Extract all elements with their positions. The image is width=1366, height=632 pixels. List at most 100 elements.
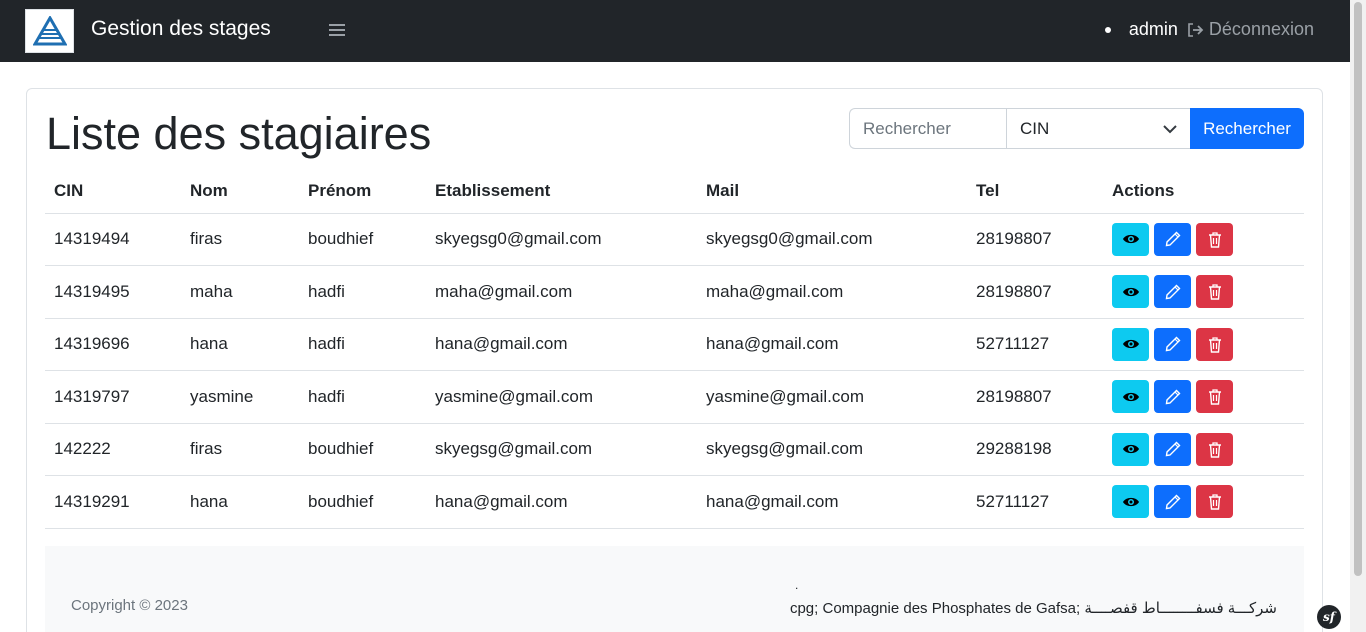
etablissement-cell: hana@gmail.com: [426, 475, 697, 529]
view-button[interactable]: [1112, 380, 1149, 414]
table-header-row: CIN Nom Prénom Etablissement Mail Tel Ac…: [45, 170, 1304, 214]
chevron-down-icon: [1163, 124, 1177, 133]
pencil-icon: [1165, 389, 1181, 405]
actions-cell: [1103, 370, 1304, 424]
search-field-value: CIN: [1020, 118, 1050, 138]
actions-cell: [1103, 475, 1304, 529]
eye-icon: [1122, 338, 1140, 350]
mail-cell: maha@gmail.com: [697, 265, 967, 319]
view-button[interactable]: [1112, 327, 1149, 361]
row-actions: [1112, 222, 1304, 256]
view-button[interactable]: [1112, 432, 1149, 466]
prenom-cell: hadfi: [299, 370, 426, 424]
column-header-actions: Actions: [1103, 170, 1304, 214]
delete-button[interactable]: [1196, 432, 1233, 466]
actions-cell: [1103, 213, 1304, 266]
eye-icon: [1122, 286, 1140, 298]
row-actions: [1112, 432, 1304, 466]
trash-icon: [1207, 388, 1223, 405]
column-header-mail: Mail: [697, 170, 967, 214]
etablissement-cell: maha@gmail.com: [426, 265, 697, 319]
column-header-prenom: Prénom: [299, 170, 426, 214]
cin-cell: 14319494: [45, 213, 181, 266]
edit-button[interactable]: [1154, 380, 1191, 414]
pencil-icon: [1165, 336, 1181, 352]
view-button[interactable]: [1112, 222, 1149, 256]
actions-cell: [1103, 423, 1304, 476]
edit-button[interactable]: [1154, 275, 1191, 309]
tel-cell: 52711127: [967, 475, 1103, 529]
company-logo[interactable]: [25, 9, 74, 53]
delete-button[interactable]: [1196, 275, 1233, 309]
etablissement-cell: yasmine@gmail.com: [426, 370, 697, 424]
cin-cell: 14319291: [45, 475, 181, 529]
edit-button[interactable]: [1154, 432, 1191, 466]
cin-cell: 14319797: [45, 370, 181, 424]
view-button[interactable]: [1112, 275, 1149, 309]
prenom-cell: hadfi: [299, 318, 426, 371]
view-button[interactable]: [1112, 485, 1149, 519]
trash-icon: [1207, 441, 1223, 458]
table-row: 14319495 maha hadfi maha@gmail.com maha@gmai…: [45, 265, 1304, 319]
edit-button[interactable]: [1154, 222, 1191, 256]
nom-cell: firas: [181, 213, 299, 266]
prenom-cell: boudhief: [299, 213, 426, 266]
page-scrollbar[interactable]: [1350, 0, 1366, 632]
tel-cell: 28198807: [967, 370, 1103, 424]
tel-cell: 29288198: [967, 423, 1103, 476]
eye-icon: [1122, 233, 1140, 245]
logout-link[interactable]: Déconnexion: [1187, 19, 1314, 40]
trash-icon: [1207, 283, 1223, 300]
eye-icon: [1122, 496, 1140, 508]
search-input[interactable]: [849, 108, 1007, 149]
mail-cell: hana@gmail.com: [697, 318, 967, 371]
nom-cell: firas: [181, 423, 299, 476]
trash-icon: [1207, 231, 1223, 248]
stagiaires-table: CIN Nom Prénom Etablissement Mail Tel Ac…: [45, 170, 1304, 529]
table-row: 14319291 hana boudhief hana@gmail.com hana@g…: [45, 475, 1304, 529]
pencil-icon: [1165, 231, 1181, 247]
table-row: 14319696 hana hadfi hana@gmail.com hana@gmai…: [45, 318, 1304, 371]
delete-button[interactable]: [1196, 327, 1233, 361]
username[interactable]: admin: [1129, 19, 1178, 40]
etablissement-cell: skyegsg@gmail.com: [426, 423, 697, 476]
user-menu: admin Déconnexion: [1104, 19, 1314, 40]
row-actions: [1112, 485, 1304, 519]
delete-button[interactable]: [1196, 485, 1233, 519]
copyright-text: Copyright © 2023: [71, 597, 188, 614]
actions-cell: [1103, 318, 1304, 371]
nom-cell: yasmine: [181, 370, 299, 424]
mail-cell: hana@gmail.com: [697, 475, 967, 529]
table-row: 14319797 yasmine hadfi yasmine@gmail.com yas…: [45, 370, 1304, 424]
page-title: Liste des stagiaires: [46, 108, 432, 159]
logout-icon: [1188, 22, 1204, 37]
edit-button[interactable]: [1154, 327, 1191, 361]
mail-cell: skyegsg0@gmail.com: [697, 213, 967, 266]
search-button[interactable]: Rechercher: [1190, 108, 1304, 149]
top-navbar: Gestion des stages admin Déconnexion: [0, 0, 1350, 62]
app-brand[interactable]: Gestion des stages: [91, 17, 271, 41]
pencil-icon: [1165, 441, 1181, 457]
scrollbar-thumb[interactable]: [1354, 2, 1362, 576]
hamburger-icon[interactable]: [329, 21, 345, 41]
company-name: cpg; Compagnie des Phosphates de Gafsa; …: [789, 600, 1277, 617]
column-header-etablissement: Etablissement: [426, 170, 697, 214]
logout-label: Déconnexion: [1208, 19, 1314, 39]
trash-icon: [1207, 336, 1223, 353]
cin-cell: 14319495: [45, 265, 181, 319]
nom-cell: maha: [181, 265, 299, 319]
prenom-cell: boudhief: [299, 423, 426, 476]
column-header-cin: CIN: [45, 170, 181, 214]
column-header-nom: Nom: [181, 170, 299, 214]
mail-cell: yasmine@gmail.com: [697, 370, 967, 424]
symfony-icon[interactable]: sf: [1317, 605, 1341, 629]
cin-cell: 142222: [45, 423, 181, 476]
delete-button[interactable]: [1196, 380, 1233, 414]
edit-button[interactable]: [1154, 485, 1191, 519]
bullet-icon: [1104, 26, 1111, 33]
nom-cell: hana: [181, 475, 299, 529]
logo-icon: [32, 16, 67, 46]
search-field-select[interactable]: CIN: [1006, 108, 1191, 149]
delete-button[interactable]: [1196, 222, 1233, 256]
table-row: 14319494 firas boudhief skyegsg0@gmail.com s…: [45, 213, 1304, 266]
